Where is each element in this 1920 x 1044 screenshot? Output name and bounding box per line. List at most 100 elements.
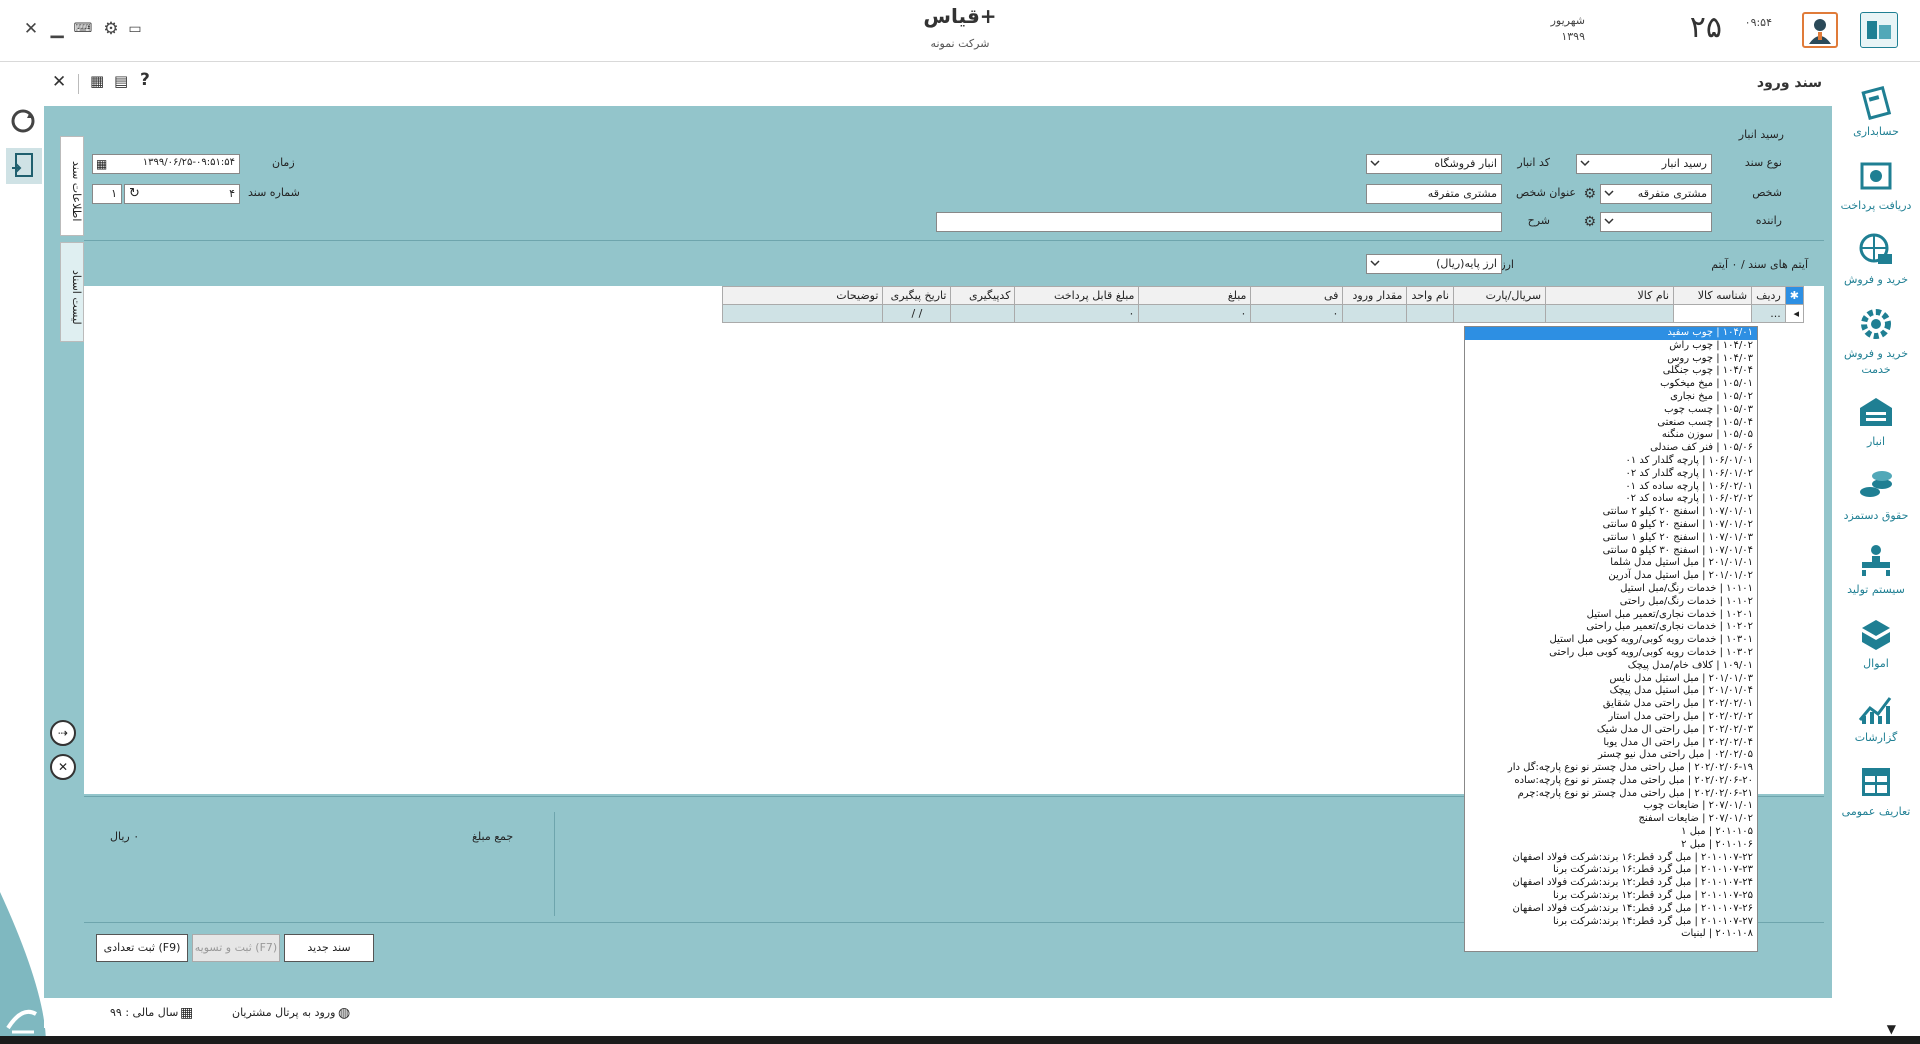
table-row[interactable]: ◂ ... ۰ ۰ ۰ / / <box>722 304 1805 323</box>
dropdown-option[interactable]: ۱۰۶/۰۲/۰۱ | پارچه ساده کد ۰۱ <box>1465 481 1757 494</box>
dropdown-option[interactable]: ۱۰۴/۰۱ | چوب سفید <box>1465 327 1757 340</box>
dropdown-option[interactable]: ۲۰۱۰۱۰۶ | مبل ۲ <box>1465 839 1757 852</box>
dropdown-option[interactable]: ۲۰۲/۰۲/۰۴ | مبل راحتی ال مدل یوبا <box>1465 737 1757 750</box>
dropdown-option[interactable]: ۱۰۵/۰۲ | میخ نجاری <box>1465 391 1757 404</box>
dropdown-option[interactable]: ۲۰۱/۰۱/۰۲ | مبل استیل مدل آدرین <box>1465 570 1757 583</box>
app-logo-icon[interactable] <box>1860 12 1898 48</box>
dropdown-option[interactable]: ۲۰۱/۰۱/۰۳ | مبل استیل مدل نایس <box>1465 673 1757 686</box>
close-form-icon[interactable]: ✕ <box>52 72 66 92</box>
dropdown-option[interactable]: ۱۰۲۰۱ | خدمات نجاری/تعمیر مبل استیل <box>1465 609 1757 622</box>
nav-assets[interactable]: اموال <box>1832 610 1920 684</box>
person-settings-icon[interactable]: ⚙ <box>1583 186 1596 202</box>
col-unit[interactable]: نام واحد <box>1406 286 1455 305</box>
cell-amount[interactable]: ۰ <box>1138 304 1252 323</box>
dropdown-option[interactable]: ۱۰۵/۰۵ | سوزن منگنه <box>1465 429 1757 442</box>
nav-warehouse[interactable]: انبار <box>1832 388 1920 462</box>
dropdown-option[interactable]: ۱۰۵/۰۶ | فنر کف صندلی <box>1465 442 1757 455</box>
tab-document-info[interactable]: اطلاعات سند <box>60 136 84 236</box>
nav-reports[interactable]: گزارشات <box>1832 684 1920 758</box>
tab-document-list[interactable]: لیست اسناد <box>60 242 84 342</box>
cell-notes[interactable] <box>722 304 884 323</box>
description-field[interactable] <box>936 212 1502 232</box>
cell-quantity[interactable] <box>1342 304 1408 323</box>
delete-document-icon[interactable]: ✕ <box>50 754 76 780</box>
globe-icon[interactable]: ◍ <box>338 1005 350 1021</box>
avatar[interactable] <box>1802 12 1838 48</box>
calendar-icon[interactable]: ▦ <box>96 157 107 171</box>
export-icon[interactable]: ⇢ <box>50 720 76 746</box>
cell-tracking-date[interactable]: / / <box>882 304 952 323</box>
doc-type-select[interactable]: رسید انبار <box>1576 154 1712 174</box>
warehouse-select[interactable]: انبار فروشگاه <box>1366 154 1502 174</box>
col-serial[interactable]: سریال/پارت <box>1453 286 1547 305</box>
select-all-icon[interactable]: ✱ <box>1784 286 1805 305</box>
col-item-code[interactable]: شناسه کالا <box>1673 286 1753 305</box>
cell-unit[interactable] <box>1406 304 1455 323</box>
dropdown-option[interactable]: ۱۰۵/۰۴ | چسب صنعتی <box>1465 417 1757 430</box>
nav-services[interactable]: خرید و فروش خدمت <box>1832 300 1920 382</box>
customer-portal-link[interactable]: ورود به پرتال مشتریان <box>232 1006 335 1019</box>
dropdown-option[interactable]: ۲۰۲/۰۲/۰۶-۱۹ | مبل راحتی مدل چستر نو نوع… <box>1465 762 1757 775</box>
col-item-name[interactable]: نام کالا <box>1545 286 1675 305</box>
dropdown-option[interactable]: ۱۰۶/۰۲/۰۲ | پارچه ساده کد ۰۲ <box>1465 493 1757 506</box>
save-settle-button[interactable]: ثبت و تسویه (F7) <box>192 934 280 962</box>
dropdown-option[interactable]: ۲۰۱۰۱۰۷-۲۶ | مبل گرد قطر:۱۴ برند:شرکت فو… <box>1465 903 1757 916</box>
doc-number-field[interactable]: ۴ ↻ <box>124 184 240 204</box>
datetime-field[interactable]: ۱۳۹۹/۰۶/۲۵-۰۹:۵۱:۵۴ ▦ <box>92 154 240 174</box>
nav-sales[interactable]: خرید و فروش <box>1832 226 1920 300</box>
cell-item-code[interactable] <box>1673 304 1753 323</box>
grid-icon[interactable]: ▦ <box>90 72 104 90</box>
dropdown-option[interactable]: ۱۰۳۰۱ | خدمات رویه کوبی/رویه کوبی مبل اس… <box>1465 634 1757 647</box>
col-tracking-code[interactable]: کدپیگیری <box>950 286 1016 305</box>
doc-number-suffix[interactable]: ۱ <box>92 184 122 204</box>
dropdown-option[interactable]: ۱۰۷/۰۱/۰۲ | اسفنج ۲۰ کیلو ۵ سانتی <box>1465 519 1757 532</box>
dropdown-option[interactable]: ۱۰۷/۰۱/۰۳ | اسفنج ۲۰ کیلو ۱ سانتی <box>1465 532 1757 545</box>
dropdown-option[interactable]: ۱۰۶/۰۱/۰۲ | پارچه گلدار کد ۰۲ <box>1465 468 1757 481</box>
dropdown-option[interactable]: ۱۰۶/۰۱/۰۱ | پارچه گلدار کد ۰۱ <box>1465 455 1757 468</box>
refresh-icon[interactable] <box>8 106 38 136</box>
dropdown-option[interactable]: ۱۰۲۰۲ | خدمات نجاری/تعمیر مبل راحتی <box>1465 621 1757 634</box>
dropdown-option[interactable]: ۲۰۱۰۱۰۷-۲۷ | مبل گرد قطر:۱۴ برند:شرکت بر… <box>1465 916 1757 929</box>
dropdown-option[interactable]: ۱۰۴/۰۳ | چوب روس <box>1465 353 1757 366</box>
refresh-small-icon[interactable]: ↻ <box>129 186 140 201</box>
dropdown-option[interactable]: ۱۰۹/۰۱ | کلاف خام/مدل پیچک <box>1465 660 1757 673</box>
cell-item-name[interactable] <box>1545 304 1675 323</box>
dropdown-option[interactable]: ۱۰۴/۰۲ | چوب راش <box>1465 340 1757 353</box>
save-count-button[interactable]: ثبت تعدادی (F9) <box>96 934 188 962</box>
document-exit-icon[interactable] <box>6 148 42 184</box>
col-row[interactable]: ردیف <box>1751 286 1786 305</box>
dropdown-option[interactable]: ۲۰۱۰۱۰۷-۲۳ | مبل گرد قطر:۱۶ برند:شرکت بر… <box>1465 864 1757 877</box>
help-icon[interactable]: ? <box>140 70 150 90</box>
dropdown-option[interactable]: ۲۰۲/۰۲/۰۲ | مبل راحتی مدل استار <box>1465 711 1757 724</box>
dropdown-option[interactable]: ۲۰۲/۰۲/۰۱ | مبل راحتی مدل شقایق <box>1465 698 1757 711</box>
dropdown-option[interactable]: ۱۰۱۰۲ | خدمات رنگ/مبل راحتی <box>1465 596 1757 609</box>
col-unit-price[interactable]: فی <box>1250 286 1344 305</box>
dropdown-option[interactable]: ۱۰۳۰۲ | خدمات رویه کوبی/رویه کوبی مبل را… <box>1465 647 1757 660</box>
dropdown-option[interactable]: ۱۰۱۰۱ | خدمات رنگ/مبل استیل <box>1465 583 1757 596</box>
dropdown-option[interactable]: ۲۰۱۰۱۰۸ | لبنیات <box>1465 928 1757 941</box>
dropdown-option[interactable]: ۲۰۱۰۱۰۷-۲۴ | مبل گرد قطر:۱۲ برند:شرکت فو… <box>1465 877 1757 890</box>
dropdown-option[interactable]: ۲۰۷/۰۱/۰۱ | ضایعات چوب <box>1465 800 1757 813</box>
driver-select[interactable] <box>1600 212 1712 232</box>
calendar-icon[interactable]: ▤ <box>114 72 128 90</box>
nav-accounting[interactable]: حسابداری <box>1832 78 1920 152</box>
dropdown-option[interactable]: ۱۰۴/۰۴ | چوب جنگلی <box>1465 365 1757 378</box>
cell-unit-price[interactable]: ۰ <box>1250 304 1344 323</box>
col-quantity[interactable]: مقدار ورود <box>1342 286 1408 305</box>
col-notes[interactable]: توضیحات <box>722 286 884 305</box>
item-dropdown-list[interactable]: ۱۰۴/۰۱ | چوب سفید ۱۰۴/۰۲ | چوب راش ۱۰۴/۰۳ … <box>1464 326 1758 952</box>
nav-payroll[interactable]: حقوق دستمزد <box>1832 462 1920 536</box>
cell-payable[interactable]: ۰ <box>1014 304 1140 323</box>
dropdown-option[interactable]: ۱۰۵/۰۳ | چسب چوب <box>1465 404 1757 417</box>
col-payable[interactable]: مبلغ قابل پرداخت <box>1014 286 1140 305</box>
dropdown-option[interactable]: ۲۰۷/۰۱/۰۲ | ضایعات اسفنج <box>1465 813 1757 826</box>
cell-serial[interactable] <box>1453 304 1547 323</box>
dropdown-option[interactable]: ۲۰۱/۰۱/۰۱ | مبل استیل مدل شلما <box>1465 557 1757 570</box>
dropdown-option[interactable]: ۱۰۷/۰۱/۰۴ | اسفنج ۳۰ کیلو ۵ سانتی <box>1465 545 1757 558</box>
person-title-field[interactable]: مشتری متفرقه <box>1366 184 1502 204</box>
dropdown-option[interactable]: ۲۰۲/۰۲/۰۶-۲۱ | مبل راحتی مدل چستر نو نوع… <box>1465 788 1757 801</box>
dropdown-option[interactable]: ۱۰۵/۰۱ | میخ میخکوب <box>1465 378 1757 391</box>
col-amount[interactable]: مبلغ <box>1138 286 1252 305</box>
dropdown-option[interactable]: ۰۲/۰۲/۰۵ | مبل راحتی مدل نیو چستر <box>1465 749 1757 762</box>
person-select[interactable]: مشتری متفرقه <box>1600 184 1712 204</box>
